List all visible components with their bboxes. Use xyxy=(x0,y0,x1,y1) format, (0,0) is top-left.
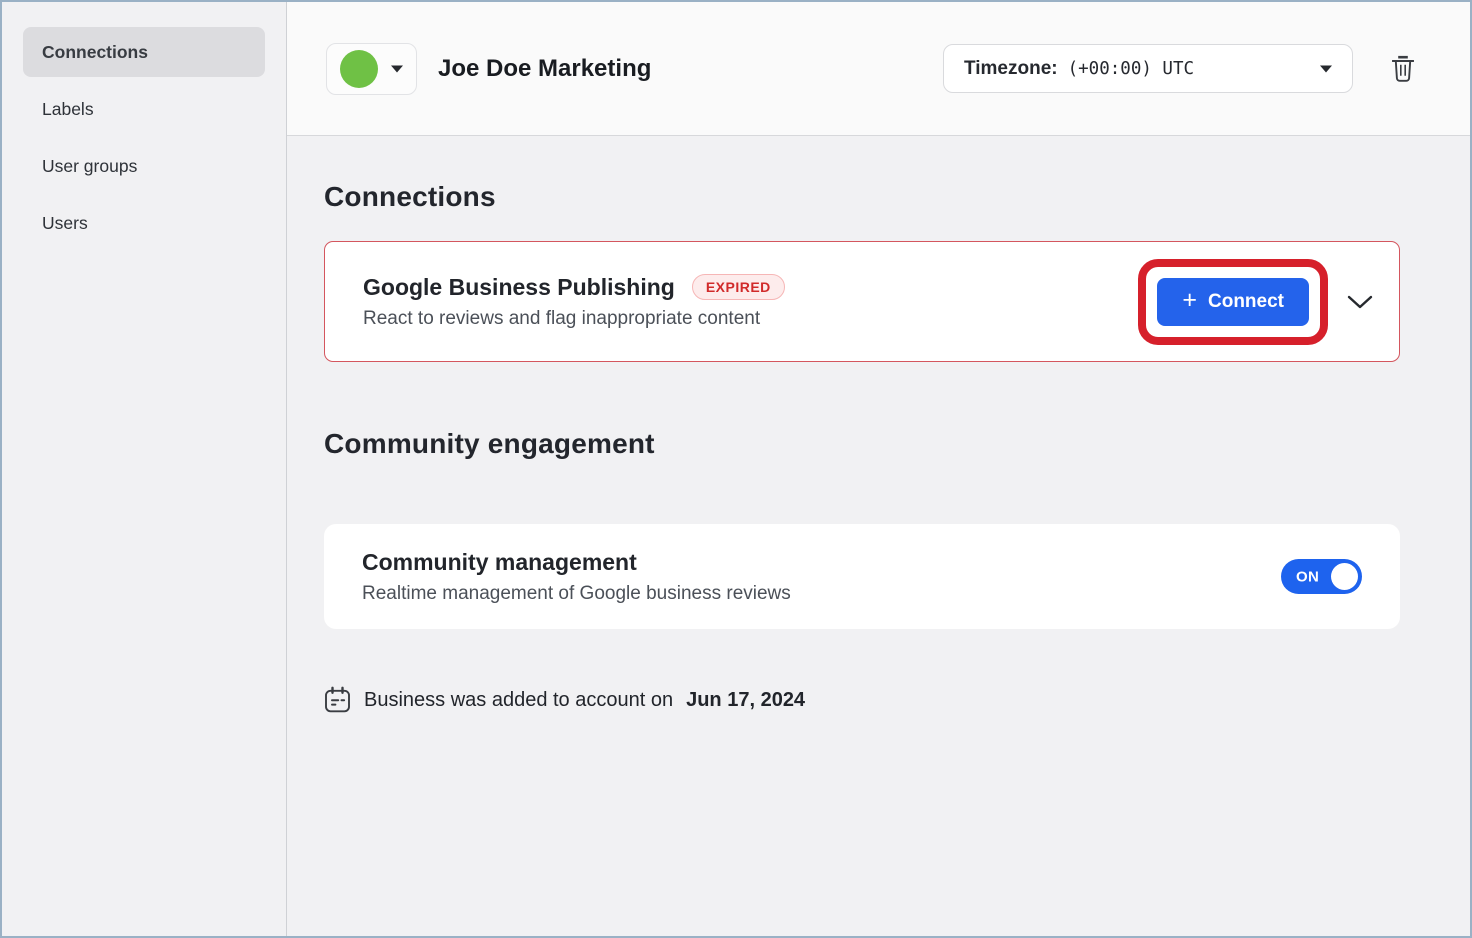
toggle-state-label: ON xyxy=(1296,568,1319,585)
business-added-note: Business was added to account on Jun 17,… xyxy=(324,686,1400,714)
connection-title: Google Business Publishing xyxy=(363,274,675,301)
toggle-knob xyxy=(1331,563,1358,590)
plus-icon: + xyxy=(1182,288,1197,313)
status-badge-expired: EXPIRED xyxy=(692,274,785,300)
caret-down-icon xyxy=(1320,65,1332,73)
connection-description: React to reviews and flag inappropriate … xyxy=(363,308,785,330)
main-content: Connections Google Business Publishing E… xyxy=(287,136,1470,936)
business-added-date: Jun 17, 2024 xyxy=(686,689,805,712)
sidebar-item-users[interactable]: Users xyxy=(23,198,265,248)
sidebar-item-labels[interactable]: Labels xyxy=(23,84,265,134)
calendar-icon xyxy=(324,686,351,714)
connect-button-label: Connect xyxy=(1208,291,1284,313)
timezone-label: Timezone: xyxy=(964,58,1058,80)
sidebar-item-label: Users xyxy=(42,213,88,234)
sidebar-item-label: Labels xyxy=(42,99,94,120)
sidebar-item-label: User groups xyxy=(42,156,137,177)
community-title: Community management xyxy=(362,549,637,576)
connection-card-info: Google Business Publishing EXPIRED React… xyxy=(363,274,785,330)
timezone-select[interactable]: Timezone: (+00:00) UTC xyxy=(943,44,1353,93)
business-added-text: Business was added to account on xyxy=(364,689,673,712)
community-description: Realtime management of Google business r… xyxy=(362,583,791,605)
sidebar-item-connections[interactable]: Connections xyxy=(23,27,265,77)
community-management-card: Community management Realtime management… xyxy=(324,524,1400,629)
business-header: Joe Doe Marketing Timezone: (+00:00) UTC xyxy=(287,2,1470,136)
connections-heading: Connections xyxy=(324,181,1400,213)
community-card-info: Community management Realtime management… xyxy=(362,549,791,605)
sidebar: Connections Labels User groups Users xyxy=(2,2,287,936)
avatar xyxy=(340,50,378,88)
chevron-down-icon xyxy=(1347,295,1373,309)
connect-button[interactable]: + Connect xyxy=(1157,278,1309,326)
connection-card-google-business: Google Business Publishing EXPIRED React… xyxy=(324,241,1400,362)
caret-down-icon xyxy=(391,65,403,73)
avatar-dropdown-button[interactable] xyxy=(326,43,417,95)
trash-icon xyxy=(1390,54,1416,83)
community-management-toggle[interactable]: ON xyxy=(1281,559,1362,594)
sidebar-item-user-groups[interactable]: User groups xyxy=(23,141,265,191)
highlight-annotation: + Connect xyxy=(1138,259,1328,345)
timezone-value: (+00:00) UTC xyxy=(1068,59,1194,79)
community-engagement-heading: Community engagement xyxy=(324,428,1400,460)
connection-expand-button[interactable] xyxy=(1347,295,1373,309)
delete-business-button[interactable] xyxy=(1390,54,1416,83)
sidebar-item-label: Connections xyxy=(42,42,148,63)
page-title: Joe Doe Marketing xyxy=(438,55,651,83)
